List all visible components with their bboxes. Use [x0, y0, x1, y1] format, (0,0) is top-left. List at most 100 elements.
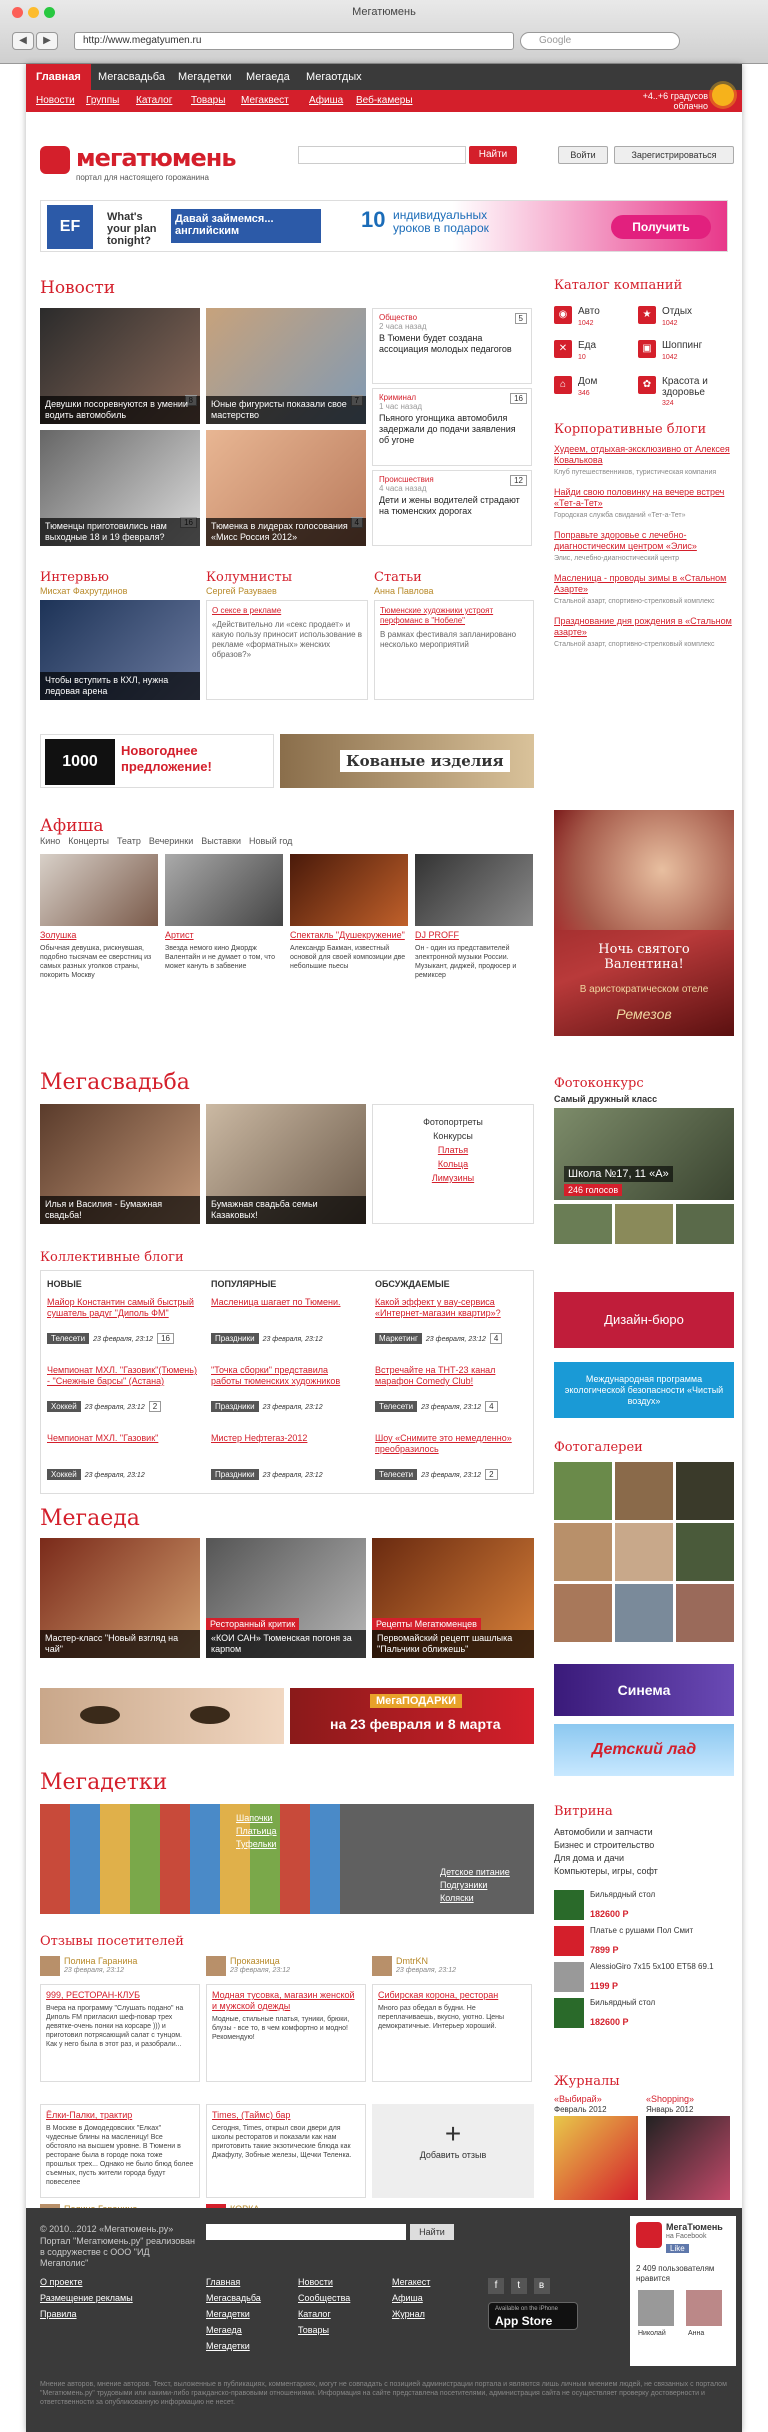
showcase-cat[interactable]: Компьютеры, игры, софт: [554, 1865, 658, 1878]
corp-blog-link[interactable]: Найди свою половинку на вечере встреч «Т…: [554, 487, 734, 509]
topnav-rest[interactable]: Мегаотдых: [296, 64, 372, 90]
gallery-thumb[interactable]: [554, 1584, 612, 1642]
back-icon[interactable]: ◀: [12, 32, 34, 50]
journal-1-name[interactable]: «Выбирай»: [554, 2094, 602, 2104]
review-card[interactable]: Times, (Таймс) бар Сегодня, Times, открыл…: [206, 2104, 366, 2198]
kids-link[interactable]: Платьица: [236, 1825, 277, 1838]
corp-blog-link[interactable]: Худеем, отдыхая-эксклюзивно от Алексея К…: [554, 444, 734, 466]
subnav-afisha[interactable]: Афиша: [309, 90, 343, 112]
blog-tag[interactable]: Телесети: [375, 1401, 418, 1412]
articles-title[interactable]: Статьи: [374, 570, 422, 585]
afisha-tab[interactable]: Выставки: [201, 836, 241, 846]
gallery-thumb[interactable]: [554, 1462, 612, 1520]
afisha-item-title[interactable]: Артист: [165, 930, 283, 940]
kids-link[interactable]: Туфельки: [236, 1838, 277, 1851]
interview-author[interactable]: Мисхат Фахрутдинов: [40, 586, 127, 596]
ad-valentine[interactable]: Ночь святого Валентина! В аристократичес…: [554, 810, 734, 1036]
journal-2-name[interactable]: «Shopping»: [646, 2094, 694, 2104]
ad-design-bureau[interactable]: Дизайн-бюро: [554, 1292, 734, 1348]
catalog-auto[interactable]: Авто: [578, 306, 600, 317]
article-link[interactable]: Тюменские художники устроят перфоманс в …: [380, 606, 528, 626]
subnav-groups[interactable]: Группы: [86, 90, 119, 112]
fb-name[interactable]: МегаТюмень: [666, 2222, 723, 2232]
fb-avatar[interactable]: [686, 2290, 722, 2326]
news-item[interactable]: Криминал 1 час назад Пьяного угонщика ав…: [372, 388, 532, 466]
blogs-column-header[interactable]: ОБСУЖДАЕМЫЕ: [375, 1279, 450, 1289]
site-logo[interactable]: мегатюмень портал для настоящего горожан…: [40, 144, 270, 184]
browser-search[interactable]: Google: [520, 32, 680, 50]
columnist-link[interactable]: О сексе в рекламе: [212, 606, 362, 616]
food-photo-2[interactable]: Ресторанный критик «КОИ САН» Тюменская п…: [206, 1538, 366, 1658]
columnists-title[interactable]: Колумнисты: [206, 570, 292, 585]
afisha-title[interactable]: Афиша: [40, 816, 103, 836]
contest-title[interactable]: Фотоконкурс: [554, 1076, 644, 1091]
review-user[interactable]: Проказница: [230, 1956, 280, 1966]
register-button[interactable]: Зарегистрироваться: [614, 146, 734, 164]
catalog-beauty[interactable]: Красота и здоровье: [662, 376, 734, 398]
search-button[interactable]: Найти: [469, 146, 517, 164]
corp-blog-item[interactable]: Празднование дня рождения в «Стальном аз…: [554, 616, 734, 649]
blog-post-link[interactable]: Шоу «Снимите это немедленно» преобразило…: [375, 1433, 525, 1455]
app-store-badge[interactable]: Available on the iPhone App Store: [488, 2302, 578, 2330]
footer-link[interactable]: Правила: [40, 2306, 133, 2322]
food-title[interactable]: Мегаеда: [40, 1506, 140, 1531]
afisha-tab[interactable]: Концерты: [68, 836, 109, 846]
blog-post-link[interactable]: Майор Константин самый быстрый сушатель …: [47, 1297, 197, 1319]
blog-tag[interactable]: Праздники: [211, 1469, 259, 1480]
afisha-item-title[interactable]: DJ PROFF: [415, 930, 533, 940]
blogs-column-header[interactable]: ПОПУЛЯРНЫЕ: [211, 1279, 276, 1289]
article-author[interactable]: Анна Павлова: [374, 586, 434, 596]
showcase-cat[interactable]: Автомобили и запчасти: [554, 1826, 658, 1839]
search-input[interactable]: [298, 146, 466, 164]
topnav-kids[interactable]: Мегадетки: [168, 64, 241, 90]
catalog-title[interactable]: Каталог компаний: [554, 278, 682, 293]
footer-link[interactable]: Мегадетки: [206, 2306, 261, 2322]
vk-icon[interactable]: в: [533, 2278, 550, 2294]
footer-link[interactable]: Журнал: [392, 2306, 430, 2322]
fb-avatar[interactable]: [638, 2290, 674, 2326]
add-review-button[interactable]: + Добавить отзыв: [372, 2104, 534, 2198]
corp-blogs-title[interactable]: Корпоративные блоги: [554, 422, 706, 437]
columnist-author[interactable]: Сергей Разуваев: [206, 586, 277, 596]
blog-tag[interactable]: Хоккей: [47, 1469, 81, 1480]
avatar[interactable]: [40, 1956, 60, 1976]
kids-photos[interactable]: [40, 1804, 340, 1914]
blog-tag[interactable]: Хоккей: [47, 1401, 81, 1412]
subnav-news[interactable]: Новости: [36, 90, 75, 112]
ad-1000watts[interactable]: 1000 watts Новогоднее предложение!: [40, 734, 274, 816]
topnav-home[interactable]: Главная: [26, 64, 91, 90]
news-title[interactable]: Новости: [40, 278, 115, 298]
afisha-tab[interactable]: Новый год: [249, 836, 292, 846]
review-place-link[interactable]: Times, (Таймс) бар: [212, 2110, 360, 2121]
ad-cinema[interactable]: Синема: [554, 1664, 734, 1716]
corp-blog-link[interactable]: Празднование дня рождения в «Стальном аз…: [554, 616, 734, 638]
thumb[interactable]: [554, 1204, 612, 1244]
fb-like-button[interactable]: Like: [666, 2244, 689, 2253]
wedding-title[interactable]: Мегасвадьба: [40, 1070, 190, 1095]
journals-title[interactable]: Журналы: [554, 2074, 620, 2089]
wedding-link[interactable]: Платья: [373, 1143, 533, 1157]
wedding-photo-1[interactable]: Илья и Василия - Бумажная свадьба!: [40, 1104, 200, 1224]
blog-post-link[interactable]: "Точка сборки" представила работы тюменс…: [211, 1365, 361, 1387]
catalog-food[interactable]: Еда: [578, 340, 596, 351]
ad-eyes[interactable]: [40, 1688, 284, 1744]
blog-post-link[interactable]: Чемпионат МХЛ. "Газовик"(Тюмень) - "Снеж…: [47, 1365, 197, 1387]
kids-title[interactable]: Мегадетки: [40, 1770, 167, 1795]
showcase-thumb[interactable]: [554, 1998, 584, 2028]
footer-link[interactable]: Мегакест: [392, 2274, 430, 2290]
showcase-item-title[interactable]: Бильярдный стол: [590, 1890, 734, 1900]
review-card[interactable]: Сибирская корона, ресторан Много раз обед…: [372, 1984, 532, 2082]
showcase-item-title[interactable]: Бильярдный стол: [590, 1998, 734, 2008]
gallery-thumb[interactable]: [615, 1584, 673, 1642]
address-bar[interactable]: http://www.megatyumen.ru: [74, 32, 514, 50]
contest-photo[interactable]: Школа №17, 11 «А» 246 голосов: [554, 1108, 734, 1200]
wedding-link[interactable]: Фотопортреты: [373, 1115, 533, 1129]
corp-blog-item[interactable]: Масленица - проводы зимы в «Стальном Аза…: [554, 573, 734, 606]
showcase-item-title[interactable]: Платье с рушами Пол Смит: [590, 1926, 734, 1936]
showcase-thumb[interactable]: [554, 1962, 584, 1992]
gallery-thumb[interactable]: [676, 1523, 734, 1581]
showcase-item-title[interactable]: AlessioGiro 7x15 5x100 ET58 69.1: [590, 1962, 734, 1972]
news-photo-2[interactable]: 7 Юные фигуристы показали свое мастерств…: [206, 308, 366, 424]
afisha-photo[interactable]: [165, 854, 283, 926]
catalog-shop[interactable]: Шоппинг: [662, 340, 702, 351]
